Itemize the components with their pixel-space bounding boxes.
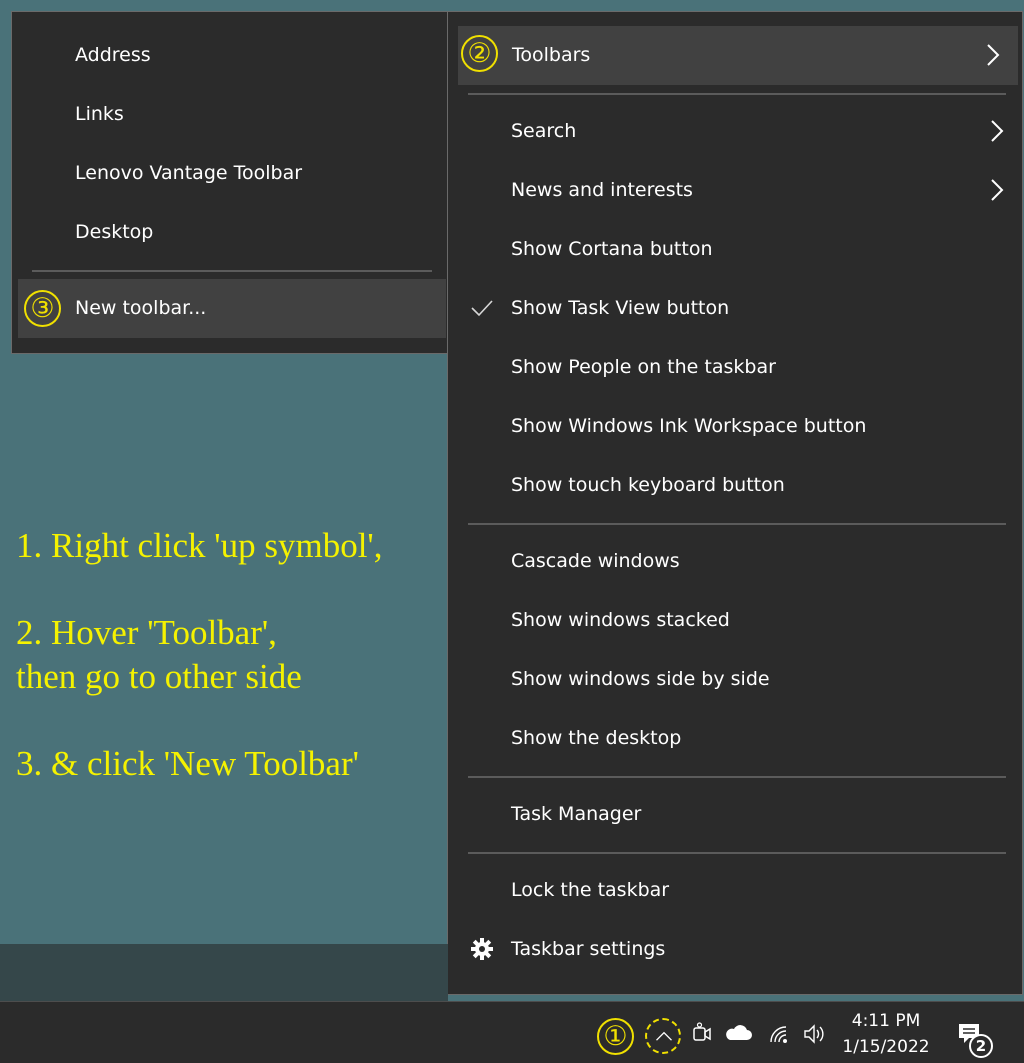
menu-item-label: Links [75,103,124,125]
menu-item-label: Lock the taskbar [511,879,670,901]
menu-item-show-desktop[interactable]: Show the desktop [448,709,1022,768]
menu-item-label: Cascade windows [511,550,680,572]
menu-item-task-manager[interactable]: Task Manager [448,785,1022,844]
toolbar-item-links[interactable]: Links [12,85,452,144]
speaker-icon[interactable] [803,1024,827,1044]
menu-divider [468,523,1006,525]
menu-item-lock-taskbar[interactable]: Lock the taskbar [448,861,1022,920]
menu-item-label: News and interests [511,179,693,201]
menu-item-label: Search [511,120,577,142]
menu-item-label: New toolbar... [75,297,207,319]
toolbar-item-address[interactable]: Address [12,26,452,85]
step-2-marker: ② [461,35,498,72]
menu-item-news-and-interests[interactable]: News and interests [448,161,1022,220]
step-3-instruction: 3. & click 'New Toolbar' [16,744,359,783]
chevron-right-icon [991,120,1004,142]
clock-date: 1/15/2022 [842,1037,930,1057]
menu-item-show-people[interactable]: Show People on the taskbar [448,338,1022,397]
onedrive-cloud-icon[interactable] [724,1025,752,1041]
menu-item-toolbars[interactable]: Toolbars [458,26,1018,85]
menu-item-show-task-view[interactable]: Show Task View button [448,279,1022,338]
wifi-icon[interactable] [768,1024,790,1044]
step-2-instruction-cont: then go to other side [16,657,302,696]
menu-item-label: Toolbars [512,44,591,66]
menu-item-windows-side-by-side[interactable]: Show windows side by side [448,650,1022,709]
taskbar-context-menu: Toolbars Search News and interests Show … [447,11,1023,995]
taskbar: ① 4:11 PM 1/15/2022 2 [0,1001,1024,1063]
menu-divider [468,852,1006,854]
menu-item-taskbar-settings[interactable]: Taskbar settings [448,920,1022,979]
menu-item-label: Show Task View button [511,297,730,319]
menu-item-label: Show Cortana button [511,238,713,260]
toolbar-item-lenovo-vantage[interactable]: Lenovo Vantage Toolbar [12,144,452,203]
step-1-instruction: 1. Right click 'up symbol', [16,526,383,565]
step-1-marker: ① [597,1018,634,1055]
menu-item-label: Show Windows Ink Workspace button [511,415,867,437]
clock-time: 4:11 PM [851,1011,921,1031]
chevron-right-icon [987,44,1000,66]
menu-item-search[interactable]: Search [448,102,1022,161]
step-3-marker: ③ [24,290,61,327]
taskbar-clock[interactable]: 4:11 PM 1/15/2022 [836,1008,936,1060]
menu-item-label: Taskbar settings [511,938,666,960]
step-2-instruction: 2. Hover 'Toolbar', [16,613,277,652]
menu-item-label: Task Manager [511,803,642,825]
menu-item-label: Show People on the taskbar [511,356,776,378]
toolbars-submenu: Address Links Lenovo Vantage Toolbar Des… [11,11,453,354]
menu-item-label: Address [75,44,151,66]
checkmark-icon [471,300,493,317]
menu-item-show-cortana[interactable]: Show Cortana button [448,220,1022,279]
menu-divider [468,93,1006,95]
menu-item-label: Show the desktop [511,727,682,749]
chevron-right-icon [991,179,1004,201]
menu-item-cascade-windows[interactable]: Cascade windows [448,532,1022,591]
menu-divider [32,270,432,272]
menu-item-label: Lenovo Vantage Toolbar [75,162,303,184]
desktop-window-edge [0,944,448,1001]
menu-item-show-ink-workspace[interactable]: Show Windows Ink Workspace button [448,397,1022,456]
toolbar-item-desktop[interactable]: Desktop [12,203,452,262]
menu-item-label: Show windows side by side [511,668,770,690]
meet-now-icon[interactable] [692,1022,712,1044]
menu-item-show-touch-keyboard[interactable]: Show touch keyboard button [448,456,1022,515]
notification-count-badge: 2 [969,1034,993,1058]
menu-item-label: Show touch keyboard button [511,474,785,496]
chevron-up-icon[interactable] [645,1018,681,1054]
menu-item-windows-stacked[interactable]: Show windows stacked [448,591,1022,650]
new-toolbar-item[interactable]: New toolbar... [18,279,446,338]
menu-item-label: Show windows stacked [511,609,730,631]
menu-divider [468,776,1006,778]
gear-icon [471,938,493,960]
menu-item-label: Desktop [75,221,154,243]
